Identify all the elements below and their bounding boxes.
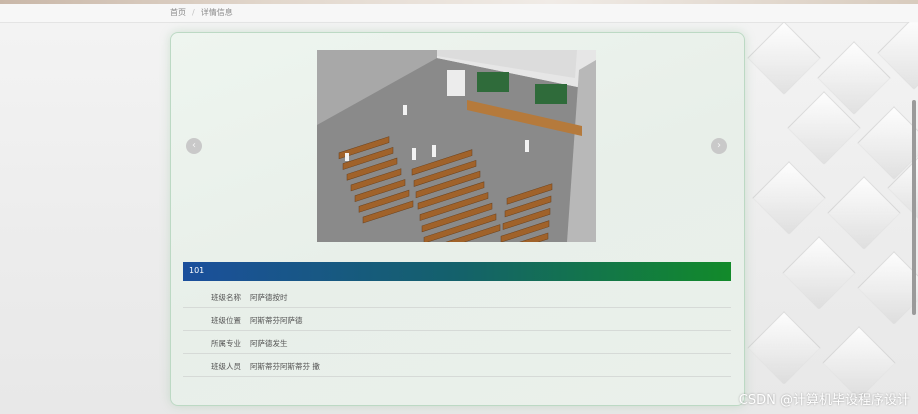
info-row-class-location: 班级位置 阿斯蒂芬阿萨德 bbox=[183, 308, 731, 331]
classroom-photo bbox=[317, 50, 596, 242]
carousel-prev-button[interactable]: ‹ bbox=[186, 138, 202, 154]
chevron-right-icon: › bbox=[717, 140, 721, 151]
carousel-next-button[interactable]: › bbox=[711, 138, 727, 154]
info-value: 阿斯蒂芬阿萨德 bbox=[250, 316, 303, 325]
info-label: 班级名称 bbox=[211, 293, 241, 302]
info-value: 阿萨德按时 bbox=[250, 293, 288, 302]
watermark: CSDN @计算机毕设程序设计 bbox=[738, 393, 910, 408]
info-row-major: 所属专业 阿萨德发生 bbox=[183, 331, 731, 354]
breadcrumb-bar: 首页 / 详情信息 bbox=[0, 4, 918, 23]
info-row-class-name: 班级名称 阿萨德按时 bbox=[183, 285, 731, 308]
info-label: 班级位置 bbox=[211, 316, 241, 325]
info-value: 阿萨德发生 bbox=[250, 339, 288, 348]
detail-title: 101 bbox=[189, 266, 205, 275]
detail-card: ‹ › 101 班级名称 阿萨德按时 班级位置 阿斯蒂芬阿萨德 所属专业 阿萨德… bbox=[170, 32, 745, 406]
page-scrollbar[interactable] bbox=[912, 100, 916, 315]
breadcrumb-current: 详情信息 bbox=[200, 8, 233, 17]
detail-info-list: 班级名称 阿萨德按时 班级位置 阿斯蒂芬阿萨德 所属专业 阿萨德发生 班级人员 … bbox=[183, 285, 731, 377]
detail-title-bar: 101 bbox=[183, 262, 731, 281]
info-value: 阿斯蒂芬阿斯蒂芬 撒 bbox=[250, 362, 320, 371]
breadcrumb-separator: / bbox=[192, 8, 195, 17]
info-label: 班级人员 bbox=[211, 362, 241, 371]
info-label: 所属专业 bbox=[211, 339, 241, 348]
background-pattern bbox=[738, 22, 918, 414]
info-row-members: 班级人员 阿斯蒂芬阿斯蒂芬 撒 bbox=[183, 354, 731, 377]
carousel-slide bbox=[317, 50, 596, 242]
image-carousel: ‹ › bbox=[171, 33, 744, 258]
breadcrumb-home[interactable]: 首页 bbox=[170, 7, 186, 18]
chevron-left-icon: ‹ bbox=[192, 140, 196, 151]
breadcrumb: 首页 / 详情信息 bbox=[170, 7, 233, 18]
